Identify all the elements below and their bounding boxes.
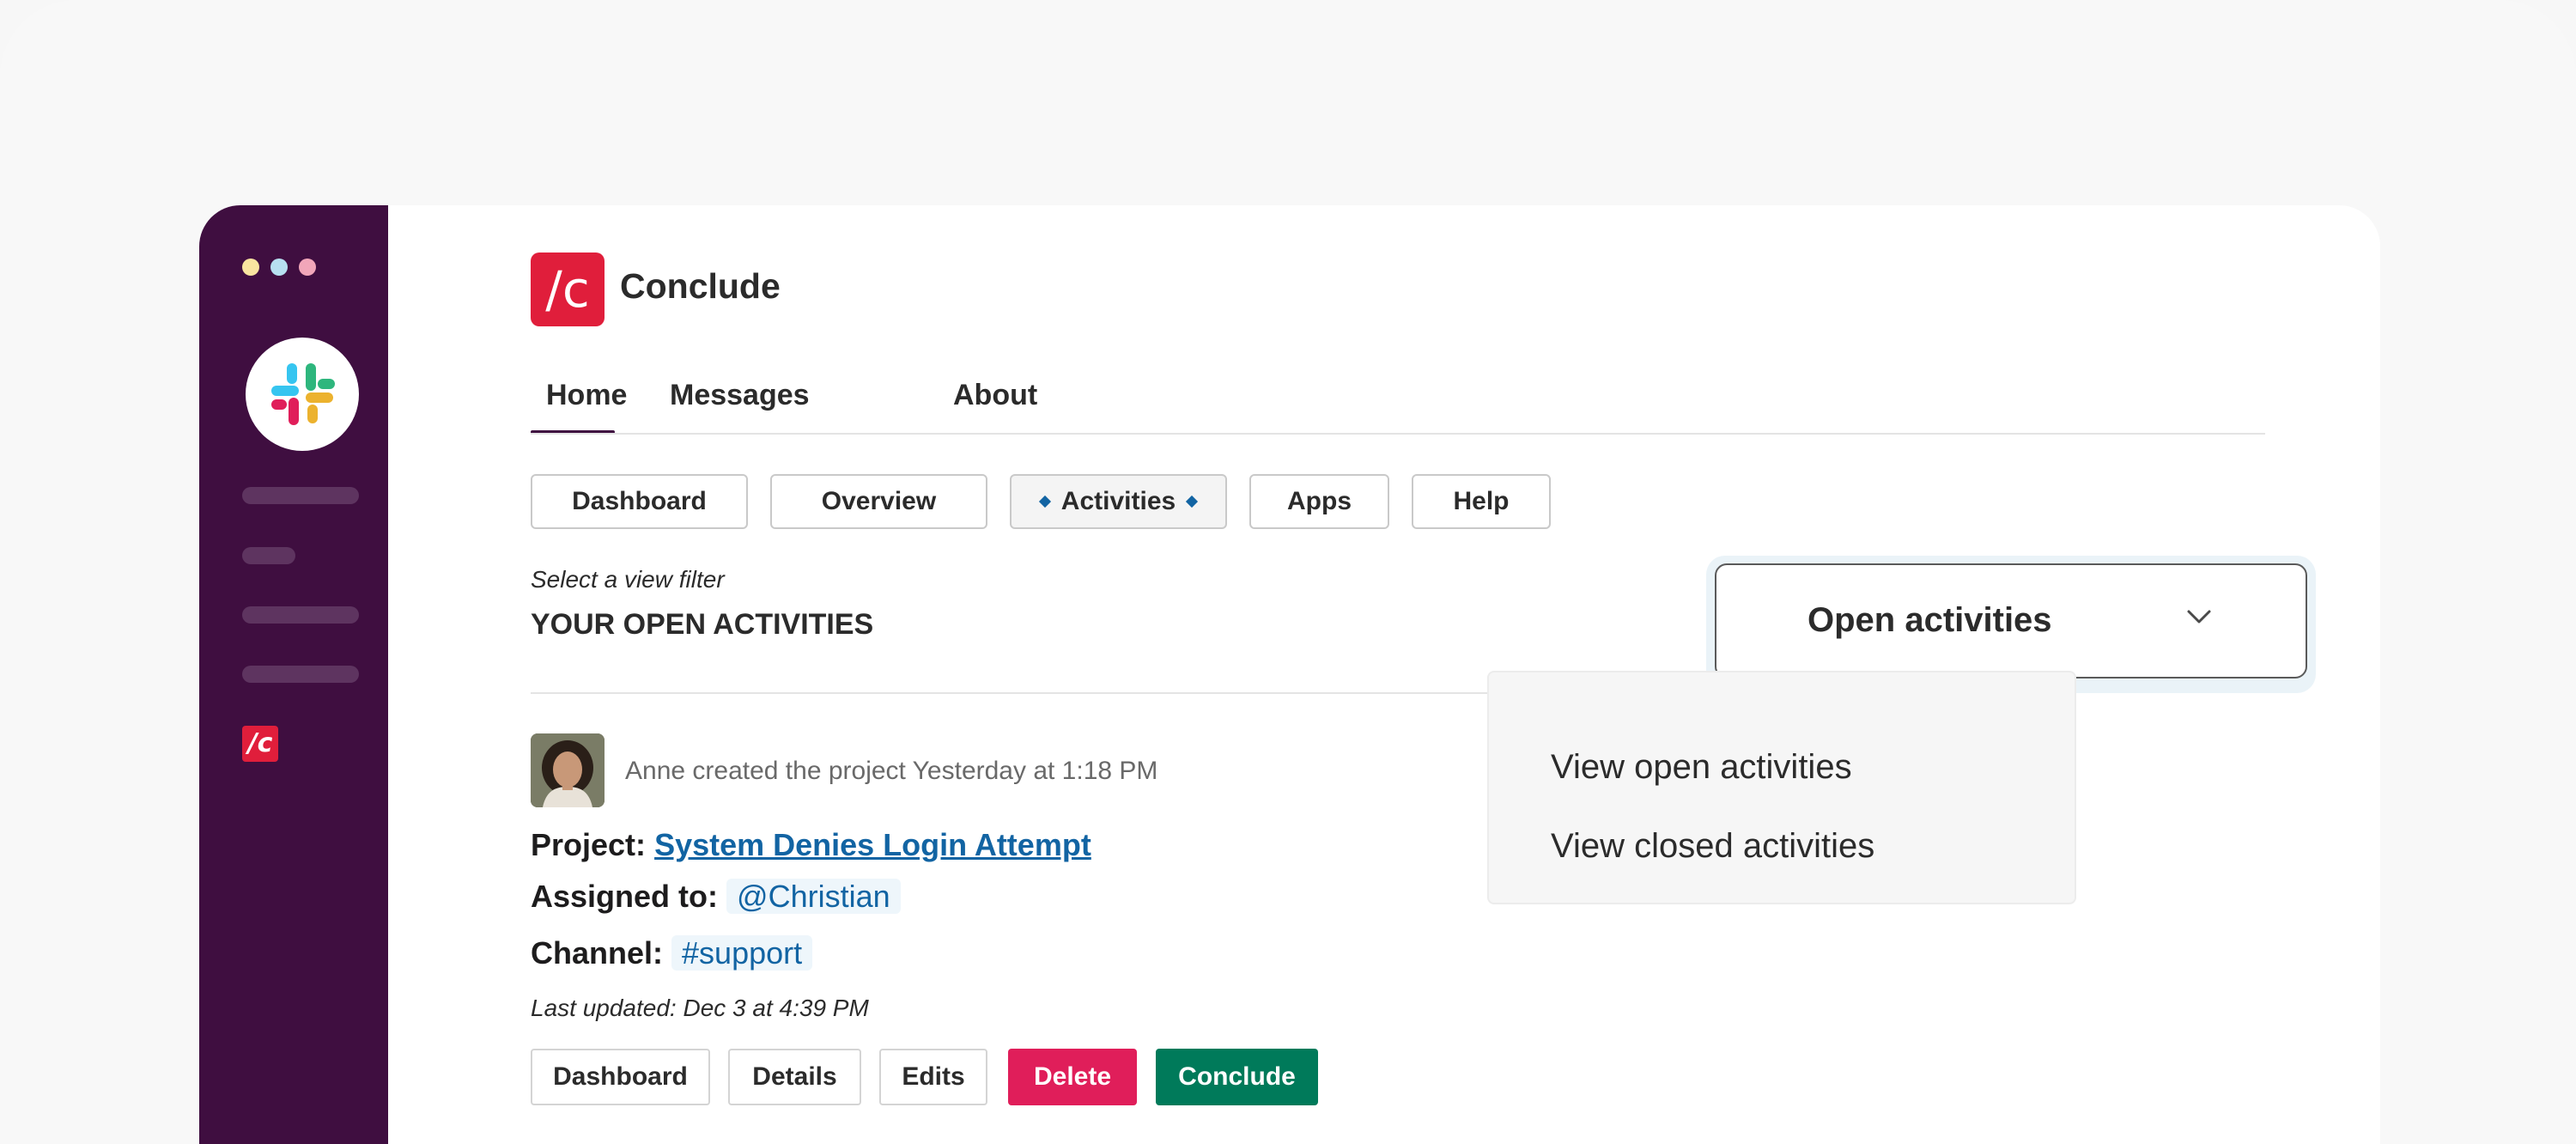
conclude-app-icon[interactable]: /c	[242, 726, 278, 762]
channel-field: Channel: #support	[531, 935, 813, 971]
view-filter-dropdown: View open activities View closed activit…	[1487, 671, 2076, 904]
user-mention[interactable]: @Christian	[726, 879, 901, 914]
edits-button-label: Edits	[902, 1062, 965, 1091]
project-link[interactable]: System Denies Login Attempt	[654, 827, 1091, 862]
dashboard-button[interactable]: Dashboard	[531, 1049, 710, 1105]
app-title: Conclude	[620, 266, 781, 306]
diamond-icon	[1038, 495, 1051, 508]
window-maximize-dot[interactable]	[270, 259, 288, 276]
delete-button-label: Delete	[1033, 1062, 1112, 1091]
channel-label: Channel:	[531, 935, 664, 971]
apps-pill-label: Apps	[1287, 487, 1352, 515]
tab-divider	[531, 433, 2265, 435]
diamond-icon	[1186, 495, 1199, 508]
app-home-panel: /c Conclude Home Messages About Dashboar…	[388, 205, 2380, 1144]
workspace-sidebar: /c	[199, 205, 388, 1144]
view-filter-label: Select a view filter	[531, 566, 725, 593]
chevron-down-icon	[2187, 610, 2211, 624]
user-avatar-icon	[531, 733, 605, 807]
window-minimize-dot[interactable]	[242, 259, 259, 276]
assigned-label: Assigned to:	[531, 879, 719, 914]
menu-item-view-closed[interactable]: View closed activities	[1551, 827, 1874, 866]
slack-logo-icon[interactable]	[246, 338, 359, 451]
activities-pill-label: Activities	[1060, 487, 1176, 515]
dashboard-pill-label: Dashboard	[572, 487, 707, 515]
tab-home[interactable]: Home	[546, 379, 627, 412]
menu-item-view-open[interactable]: View open activities	[1551, 748, 1852, 787]
last-updated: Last updated: Dec 3 at 4:39 PM	[531, 995, 869, 1021]
sidebar-placeholder-item[interactable]	[242, 606, 359, 624]
window-close-dot[interactable]	[299, 259, 316, 276]
edits-button[interactable]: Edits	[879, 1049, 987, 1105]
help-pill-label: Help	[1453, 487, 1510, 515]
select-value: Open activities	[1807, 601, 2052, 639]
view-filter-select[interactable]: Open activities	[1715, 563, 2307, 678]
details-button[interactable]: Details	[728, 1049, 861, 1105]
sidebar-placeholder-item[interactable]	[242, 666, 359, 683]
assigned-field: Assigned to: @Christian	[531, 879, 901, 915]
project-field: Project: System Denies Login Attempt	[531, 827, 1091, 863]
conclude-logo: /c	[531, 253, 605, 326]
activities-pill-button[interactable]: Activities	[1010, 474, 1227, 529]
activity-meta: Anne created the project Yesterday at 1:…	[625, 757, 1158, 785]
dashboard-pill-button[interactable]: Dashboard	[531, 474, 748, 529]
tab-about[interactable]: About	[953, 379, 1037, 412]
sidebar-placeholder-item[interactable]	[242, 547, 295, 564]
channel-mention[interactable]: #support	[671, 935, 813, 971]
app-window: /c /c Conclude Home Messages About Dashb…	[199, 205, 2380, 1144]
conclude-button-label: Conclude	[1178, 1062, 1296, 1091]
avatar	[531, 733, 605, 807]
help-pill-button[interactable]: Help	[1412, 474, 1551, 529]
tab-messages[interactable]: Messages	[670, 379, 810, 412]
section-title: YOUR OPEN ACTIVITIES	[531, 608, 874, 641]
dashboard-button-label: Dashboard	[553, 1062, 688, 1091]
conclude-button[interactable]: Conclude	[1156, 1049, 1318, 1105]
delete-button[interactable]: Delete	[1008, 1049, 1137, 1105]
details-button-label: Details	[752, 1062, 837, 1091]
project-label: Project:	[531, 827, 647, 862]
sidebar-placeholder-item[interactable]	[242, 487, 359, 504]
slack-logo-icon-graphic	[271, 363, 335, 425]
apps-pill-button[interactable]: Apps	[1249, 474, 1389, 529]
overview-pill-button[interactable]: Overview	[770, 474, 987, 529]
overview-pill-label: Overview	[821, 487, 937, 515]
